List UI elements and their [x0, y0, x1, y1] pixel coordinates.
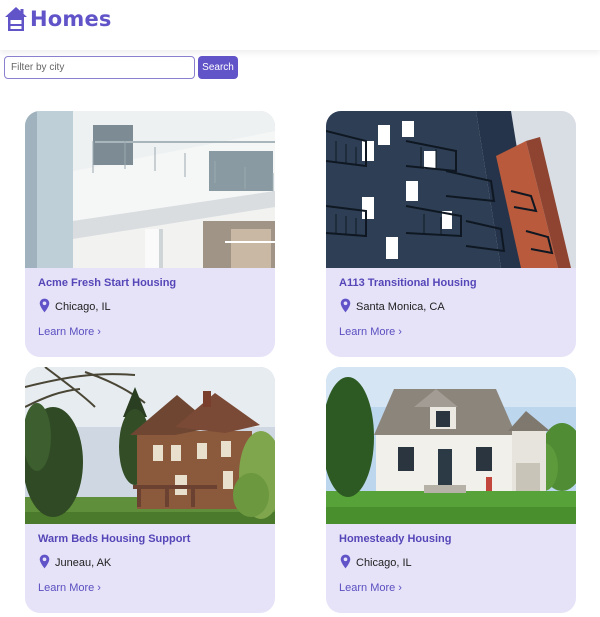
brand[interactable]: Homes [4, 6, 112, 32]
listing-card: Acme Fresh Start Housing Chicago, IL Lea… [25, 111, 275, 357]
learn-more-link[interactable]: Learn More › [339, 326, 402, 338]
listing-title: Warm Beds Housing Support [38, 533, 191, 545]
listing-photo-building [25, 111, 275, 268]
city-filter-input[interactable] [4, 56, 195, 79]
listing-location-text: Santa Monica, CA [356, 301, 445, 313]
listing-location: Chicago, IL [39, 297, 111, 313]
listing-location: Chicago, IL [340, 553, 412, 569]
listing-photo-building [326, 111, 576, 268]
listing-title: Homesteady Housing [339, 533, 452, 545]
location-pin-icon [39, 298, 50, 313]
location-pin-icon [340, 298, 351, 313]
listing-location: Juneau, AK [39, 553, 111, 569]
listing-photo-house [25, 367, 275, 524]
location-pin-icon [340, 554, 351, 569]
listing-photo-house [326, 367, 576, 524]
app-header: Homes [0, 0, 600, 50]
listing-card: A113 Transitional Housing Santa Monica, … [326, 111, 576, 357]
learn-more-link[interactable]: Learn More › [339, 582, 402, 594]
listing-card: Warm Beds Housing Support Juneau, AK Lea… [25, 367, 275, 613]
listing-card: Homesteady Housing Chicago, IL Learn Mor… [326, 367, 576, 613]
location-pin-icon [39, 554, 50, 569]
search-button[interactable]: Search [198, 56, 238, 79]
app-title: Homes [30, 7, 112, 31]
listing-location: Santa Monica, CA [340, 297, 445, 313]
learn-more-link[interactable]: Learn More › [38, 582, 101, 594]
listing-title: A113 Transitional Housing [339, 277, 477, 289]
learn-more-link[interactable]: Learn More › [38, 326, 101, 338]
listing-title: Acme Fresh Start Housing [38, 277, 177, 289]
listing-location-text: Chicago, IL [356, 557, 412, 569]
listing-location-text: Juneau, AK [55, 557, 112, 569]
listing-location-text: Chicago, IL [55, 301, 111, 313]
house-icon [5, 7, 27, 31]
